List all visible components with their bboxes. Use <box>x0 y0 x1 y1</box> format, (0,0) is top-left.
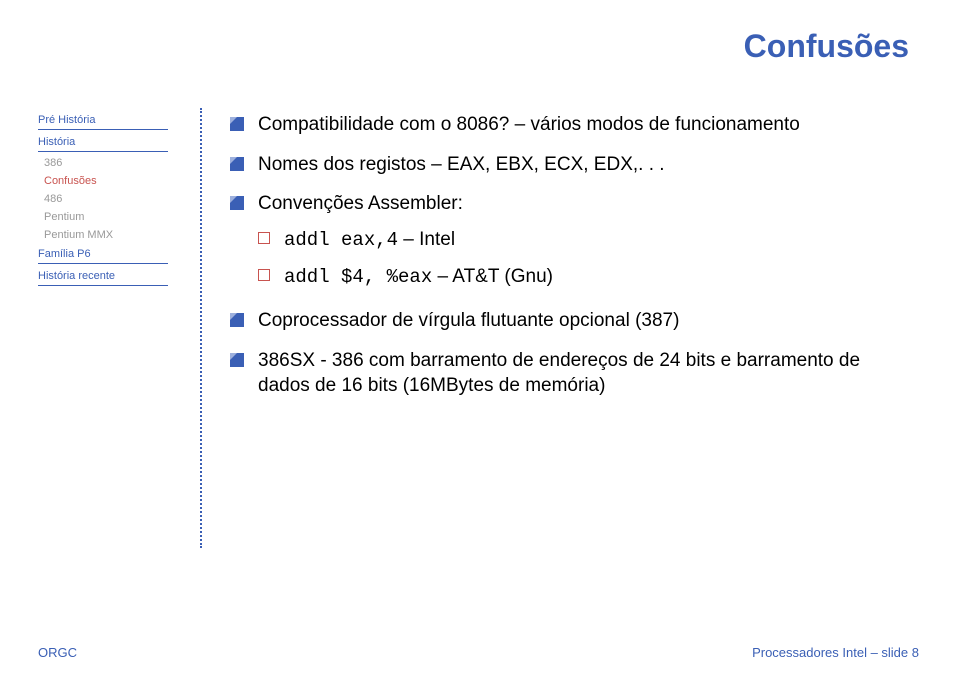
sidebar-item-486[interactable]: 486 <box>38 190 168 208</box>
sidebar-item-pentium-mmx[interactable]: Pentium MMX <box>38 226 168 244</box>
vertical-separator <box>200 108 202 548</box>
content-area: Compatibilidade com o 8086? – vários mod… <box>230 112 910 413</box>
bullet-item: Coprocessador de vírgula flutuante opcio… <box>230 308 910 334</box>
code-span: addl eax,4 <box>284 229 398 251</box>
footer-right: Processadores Intel – slide 8 <box>752 645 919 660</box>
code-span: addl $4, %eax <box>284 266 432 288</box>
bullet-text: Compatibilidade com o 8086? – vários mod… <box>258 112 910 138</box>
bullet-icon <box>230 117 244 131</box>
text-span: – Intel <box>398 229 455 250</box>
bullet-icon <box>230 313 244 327</box>
sub-bullet-item: addl $4, %eax – AT&T (Gnu) <box>258 264 910 291</box>
sidebar-item-386[interactable]: 386 <box>38 154 168 172</box>
bullet-text: Nomes dos registos – EAX, EBX, ECX, EDX,… <box>258 152 910 178</box>
sidebar-section-historia-recente[interactable]: História recente <box>38 266 168 286</box>
footer-left: ORGC <box>38 645 77 660</box>
bullet-text: 386SX - 386 com barramento de endereços … <box>258 348 910 399</box>
bullet-icon <box>230 196 244 210</box>
sidebar: Pré História História 386 Confusões 486 … <box>38 110 168 288</box>
bullet-icon <box>230 353 244 367</box>
sub-bullet-item: addl eax,4 – Intel <box>258 227 910 254</box>
bullet-text: Convenções Assembler: <box>258 191 910 217</box>
bullet-item: Convenções Assembler: <box>230 191 910 217</box>
bullet-item: Compatibilidade com o 8086? – vários mod… <box>230 112 910 138</box>
sidebar-section-historia[interactable]: História <box>38 132 168 152</box>
slide-title: Confusões <box>744 28 909 65</box>
text-span: – AT&T (Gnu) <box>432 266 553 287</box>
sidebar-section-familia-p6[interactable]: Família P6 <box>38 244 168 264</box>
sidebar-item-confusoes[interactable]: Confusões <box>38 172 168 190</box>
sidebar-item-pentium[interactable]: Pentium <box>38 208 168 226</box>
sub-bullet-text: addl $4, %eax – AT&T (Gnu) <box>284 264 910 291</box>
bullet-text: Coprocessador de vírgula flutuante opcio… <box>258 308 910 334</box>
sidebar-section-pre-historia[interactable]: Pré História <box>38 110 168 130</box>
sub-bullet-icon <box>258 232 270 244</box>
sub-bullet-text: addl eax,4 – Intel <box>284 227 910 254</box>
bullet-item: Nomes dos registos – EAX, EBX, ECX, EDX,… <box>230 152 910 178</box>
sub-bullet-icon <box>258 269 270 281</box>
bullet-item: 386SX - 386 com barramento de endereços … <box>230 348 910 399</box>
bullet-icon <box>230 157 244 171</box>
